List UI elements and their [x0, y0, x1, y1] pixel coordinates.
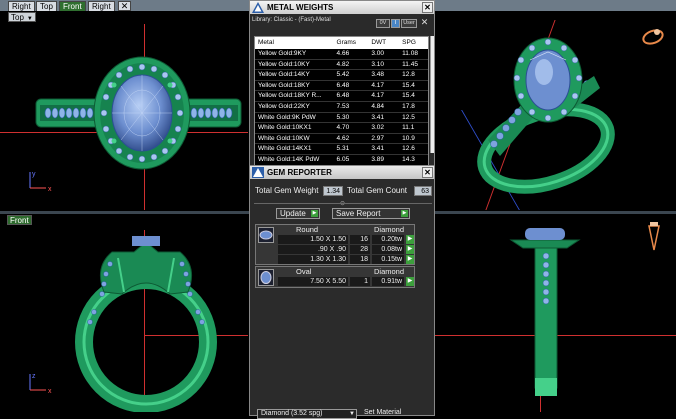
- set-material-button[interactable]: Set Material: [364, 409, 401, 416]
- column-header-metal[interactable]: Metal: [255, 37, 335, 49]
- total-gem-weight-value: 1.34: [323, 186, 343, 196]
- gem-group-round[interactable]: Round Diamond 1.50 X 1.50 16 0.20tw ▶ .9…: [255, 224, 415, 265]
- axis-z-label: z: [32, 373, 36, 380]
- gem-count: 28: [350, 245, 370, 254]
- tab-top[interactable]: Top: [36, 1, 57, 11]
- metal-weights-titlebar[interactable]: METAL WEIGHTS ✕: [250, 1, 434, 14]
- ring-top-view[interactable]: [30, 55, 250, 175]
- close-icon[interactable]: ✕: [418, 18, 431, 28]
- table-row[interactable]: White Gold:10KW 4.62 2.97 10.9: [255, 133, 428, 145]
- table-row[interactable]: Yellow Gold:18KY R... 6.48 4.17 15.4: [255, 91, 428, 102]
- metal-weights-window: METAL WEIGHTS ✕ Library: Classic - (Fast…: [249, 0, 435, 173]
- gem-size: 1.30 X 1.30: [278, 255, 348, 264]
- total-gem-weight-label: Total Gem Weight: [255, 186, 319, 195]
- table-row[interactable]: White Gold:14K PdW 6.05 3.89 14.3: [255, 154, 428, 166]
- gem-size: .90 X .90: [278, 245, 348, 254]
- gem-count: 1: [350, 277, 370, 286]
- table-row[interactable]: Yellow Gold:10KY 4.82 3.10 11.45: [255, 59, 428, 71]
- close-icon[interactable]: ✕: [422, 2, 433, 13]
- gem-weight: 0.08tw: [372, 245, 404, 254]
- metal-weights-title: METAL WEIGHTS: [267, 3, 334, 12]
- app-logo-icon: [252, 2, 264, 13]
- save-report-button[interactable]: Save Report ▶: [332, 208, 410, 219]
- oval-gem-icon: [258, 269, 274, 286]
- table-header: Metal Grams DWT SPG: [255, 37, 428, 49]
- toolbar-button-0v[interactable]: 0V: [376, 19, 390, 28]
- select-gems-button[interactable]: ▶: [406, 235, 414, 244]
- vertical-scrollbar[interactable]: [430, 36, 434, 153]
- section-tool-icon[interactable]: [646, 220, 662, 254]
- table-row[interactable]: Yellow Gold:22KY 7.53 4.84 17.8: [255, 101, 428, 113]
- gem-size: 1.50 X 1.50: [278, 235, 348, 244]
- ring-side-view[interactable]: [505, 218, 585, 413]
- table-row[interactable]: Yellow Gold:14KY 5.42 3.48 12.8: [255, 70, 428, 81]
- chevron-down-icon: ▼: [349, 411, 355, 417]
- total-gem-count-label: Total Gem Count: [347, 186, 408, 195]
- ring-front-view[interactable]: [64, 222, 234, 412]
- gem-size: 7.50 X 5.50: [278, 277, 348, 286]
- library-label: Library: Classic - (Fast)-Metal: [252, 17, 331, 23]
- material-select[interactable]: Diamond (3.52 spg) ▼: [257, 409, 357, 419]
- axis-x-label: x: [48, 186, 52, 193]
- column-header-grams[interactable]: Grams: [335, 37, 370, 49]
- select-gems-button[interactable]: ▶: [406, 255, 414, 264]
- info-button[interactable]: I: [391, 19, 400, 28]
- close-icon[interactable]: ✕: [422, 167, 433, 178]
- total-gem-count-value: 63: [414, 186, 432, 196]
- table-row[interactable]: Yellow Gold:9KY 4.66 3.00 11.08: [255, 49, 428, 60]
- viewport-label-top-text: Top: [11, 13, 24, 22]
- gem-weight: 0.20tw: [372, 235, 404, 244]
- tab-front[interactable]: Front: [59, 1, 86, 11]
- table-row[interactable]: White Gold:14KX1 5.31 3.41 12.6: [255, 144, 428, 155]
- axis-x-label: x: [48, 388, 52, 395]
- gem-group-oval[interactable]: Oval Diamond 7.50 X 5.50 1 0.91tw ▶: [255, 266, 415, 288]
- gem-weight: 0.15tw: [372, 255, 404, 264]
- divider: [254, 203, 432, 204]
- gem-weight: 0.91tw: [372, 277, 404, 286]
- play-icon: ▶: [311, 210, 318, 217]
- close-tab-icon[interactable]: ✕: [118, 1, 131, 11]
- user-button[interactable]: User: [401, 19, 417, 28]
- gem-material-label: Diamond: [374, 225, 405, 234]
- gem-material-label: Diamond: [374, 267, 405, 276]
- chevron-down-icon: ▼: [26, 16, 33, 22]
- play-icon: ▶: [401, 210, 408, 217]
- gem-reporter-titlebar[interactable]: GEM REPORTER ✕: [250, 166, 434, 179]
- table-row[interactable]: White Gold:9K PdW 5.30 3.41 12.5: [255, 112, 428, 124]
- ring-perspective-view[interactable]: [468, 20, 618, 210]
- viewport-label-front[interactable]: Front: [7, 215, 32, 225]
- column-header-dwt[interactable]: DWT: [369, 37, 400, 49]
- gem-reporter-window: GEM REPORTER ✕ Total Gem Weight 1.34 Tot…: [249, 165, 435, 419]
- view-cube-icon[interactable]: [640, 26, 666, 46]
- select-gems-button[interactable]: ▶: [406, 245, 414, 254]
- tab-right-2[interactable]: Right: [88, 1, 115, 11]
- viewport-label-top[interactable]: Top ▼: [8, 12, 36, 22]
- gem-reporter-title: GEM REPORTER: [267, 168, 332, 177]
- axis-gizmo: x z: [29, 373, 52, 395]
- gem-count: 18: [350, 255, 370, 264]
- tab-right[interactable]: Right: [8, 1, 35, 11]
- gem-shape-label: Oval: [296, 267, 312, 276]
- gem-count: 16: [350, 235, 370, 244]
- app-logo-icon: [252, 167, 264, 178]
- gem-shape-label: Round: [296, 225, 319, 234]
- table-row[interactable]: White Gold:10KX1 4.70 3.02 11.1: [255, 123, 428, 134]
- select-gems-button[interactable]: ▶: [406, 277, 414, 286]
- column-header-spg[interactable]: SPG: [400, 37, 428, 49]
- update-button[interactable]: Update ▶: [276, 208, 320, 219]
- round-gem-icon: [258, 227, 274, 243]
- table-row[interactable]: Yellow Gold:18KY 6.48 4.17 15.4: [255, 80, 428, 92]
- metal-table: Metal Grams DWT SPG Yellow Gold:9KY 4.66 3…: [254, 36, 429, 173]
